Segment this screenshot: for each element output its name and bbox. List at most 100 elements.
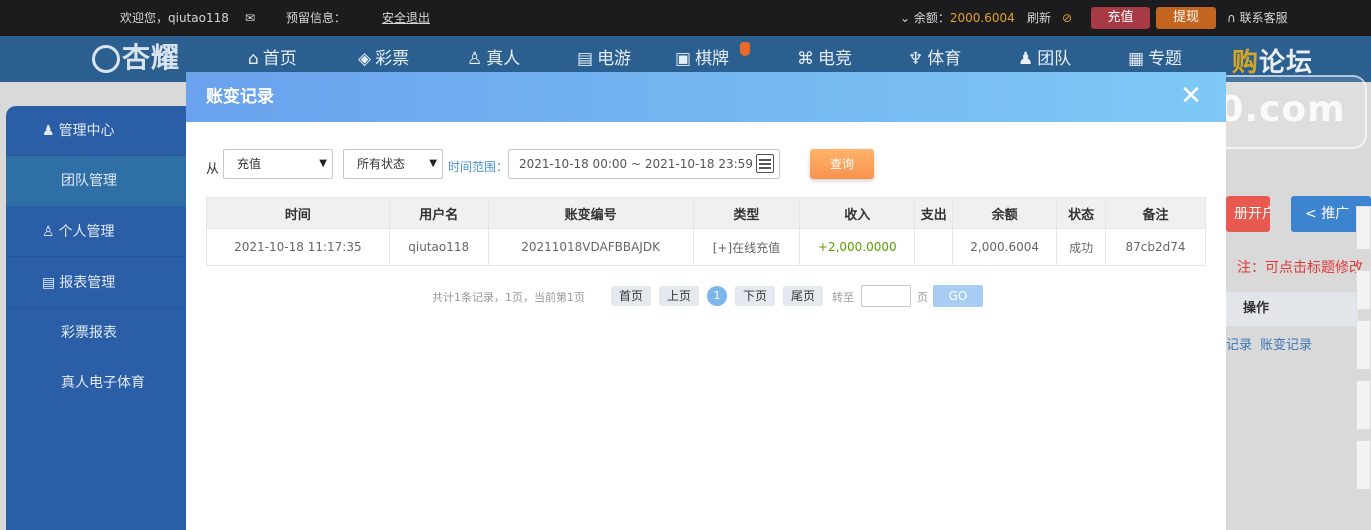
side-float-tab[interactable] xyxy=(1356,206,1371,250)
page-unit-label: 页 xyxy=(917,291,928,304)
date-range-input[interactable]: 2021-10-18 00:00 ~ 2021-10-18 23:59 xyxy=(508,149,780,179)
home-icon: ⌂ xyxy=(248,49,259,69)
first-page-button[interactable]: 首页 xyxy=(611,286,651,306)
slot-machine-icon: ▤ xyxy=(577,49,594,69)
sidebar-item-team-management[interactable]: 团队管理 xyxy=(6,156,186,206)
welcome-text: 欢迎您，qiutao118 xyxy=(120,11,229,25)
cell-type: [+]在线充值 xyxy=(692,228,801,266)
current-page-indicator[interactable]: 1 xyxy=(707,286,727,306)
row-action-links: 记录 账变记录 xyxy=(1226,334,1320,353)
balance-display: ⌄ 余额：2000.6004 xyxy=(900,11,1015,25)
time-range-label: 时间范围： xyxy=(448,160,509,174)
sidebar-item-label: 团队管理 xyxy=(61,173,117,189)
records-link[interactable]: 记录 xyxy=(1226,338,1252,353)
nav-item-label: 电游 xyxy=(597,49,632,69)
forum-watermark-b: 论坛 xyxy=(1259,48,1314,78)
close-icon[interactable]: ✕ xyxy=(1177,82,1205,110)
nav-item-label: 团队 xyxy=(1037,49,1072,69)
operation-column-header: 操作 xyxy=(1226,292,1358,326)
query-button[interactable]: 查询 xyxy=(810,149,874,179)
sidebar-item-report-management[interactable]: ▤ 报表管理 xyxy=(6,258,186,308)
column-header-balance[interactable]: 余额 xyxy=(952,197,1058,229)
share-icon: < xyxy=(1305,206,1317,222)
cell-balance: 2,000.6004 xyxy=(952,228,1058,266)
sidebar-item-live-sports-report[interactable]: 真人电子体育 xyxy=(6,358,186,408)
sidebar-item-management-center[interactable]: ♟ 管理中心 xyxy=(6,106,186,156)
table-row: 2021-10-18 11:17:35 qiutao118 20211018VD… xyxy=(206,228,1206,266)
sidebar: ♟ 管理中心 团队管理 ♙ 个人管理 ▤ 报表管理 彩票报表 真人电子体育 xyxy=(6,106,186,530)
pagination: 共计1条记录，1页，当前第1页 首页 上页 1 下页 尾页 转至 页 GO xyxy=(186,285,1226,307)
top-bar: 欢迎您，qiutao118 ✉ 预留信息： 安全退出 ⌄ 余额：2000.600… xyxy=(0,0,1371,36)
document-icon: ▤ xyxy=(42,275,56,291)
notice-label: 预留信息： xyxy=(286,11,347,25)
cards-icon: ▣ xyxy=(675,49,692,69)
column-header-income[interactable]: 收入 xyxy=(799,197,916,229)
balance-value: 2000.6004 xyxy=(949,11,1015,25)
cell-username: qiutao118 xyxy=(388,228,489,266)
column-header-time[interactable]: 时间 xyxy=(206,197,390,229)
customer-service-label: 联系客服 xyxy=(1239,11,1288,25)
withdraw-button[interactable]: 提现 xyxy=(1156,7,1216,29)
calendar-icon[interactable] xyxy=(756,154,774,173)
column-header-type[interactable]: 类型 xyxy=(692,197,801,229)
next-page-button[interactable]: 下页 xyxy=(735,286,775,306)
dropdown-arrow-icon: ▼ xyxy=(319,158,327,169)
side-float-tab[interactable] xyxy=(1356,270,1371,310)
nav-item-label: 电竞 xyxy=(818,49,852,69)
nav-item-label: 体育 xyxy=(927,49,962,69)
open-account-button[interactable]: 册开户 xyxy=(1226,196,1270,232)
refresh-button[interactable]: 刷新 xyxy=(1027,0,1051,36)
team-icon: ♟ xyxy=(1018,49,1034,69)
dropdown-arrow-icon: ▼ xyxy=(429,158,437,169)
from-label: 从 xyxy=(206,162,220,177)
sidebar-item-lottery-report[interactable]: 彩票报表 xyxy=(6,308,186,358)
hide-balance-icon[interactable]: ⊘ xyxy=(1062,0,1072,36)
nav-item-label: 彩票 xyxy=(375,49,410,69)
side-float-tab[interactable] xyxy=(1356,440,1371,490)
sidebar-item-personal-management[interactable]: ♙ 个人管理 xyxy=(6,207,186,257)
column-header-expense[interactable]: 支出 xyxy=(914,197,954,229)
hot-badge-icon xyxy=(740,42,750,56)
column-header-change-id[interactable]: 账变编号 xyxy=(487,197,694,229)
goto-label: 转至 xyxy=(832,291,854,304)
sidebar-item-label: 管理中心 xyxy=(58,123,115,139)
side-float-tab[interactable] xyxy=(1356,320,1371,370)
type-select-value: 充值 xyxy=(237,157,262,171)
customer-service-link[interactable]: ∩ 联系客服 xyxy=(1227,0,1288,36)
trophy-icon: ♆ xyxy=(908,49,924,69)
column-header-remark[interactable]: 备注 xyxy=(1105,197,1206,229)
nav-item-label: 首页 xyxy=(262,49,297,69)
prev-page-button[interactable]: 上页 xyxy=(659,286,699,306)
deposit-button[interactable]: 充值 xyxy=(1091,7,1150,29)
cell-time: 2021-10-18 11:17:35 xyxy=(206,228,390,266)
type-select[interactable]: 充值 ▼ xyxy=(223,149,333,179)
topic-icon: ▦ xyxy=(1128,49,1145,69)
account-change-link[interactable]: 账变记录 xyxy=(1260,338,1312,353)
cell-change-id: 20211018VDAFBBAJDK xyxy=(487,228,694,266)
mail-icon[interactable]: ✉ xyxy=(245,0,255,36)
nav-item-label: 棋牌 xyxy=(695,49,730,69)
sidebar-item-label: 真人电子体育 xyxy=(61,375,145,391)
promotion-label: 推广 xyxy=(1321,206,1350,222)
logout-link[interactable]: 安全退出 xyxy=(382,0,430,36)
last-page-button[interactable]: 尾页 xyxy=(783,286,823,306)
forum-watermark-a: 购 xyxy=(1232,48,1260,78)
status-select-value: 所有状态 xyxy=(357,157,406,171)
goto-page-input[interactable] xyxy=(861,285,911,307)
person-icon: ♙ xyxy=(467,49,483,69)
go-button[interactable]: GO xyxy=(933,285,983,307)
forum-watermark: 购论坛 xyxy=(1232,42,1313,79)
gamepad-icon: ⌘ xyxy=(797,49,814,69)
brand-logo[interactable]: 杏耀 xyxy=(92,40,180,76)
cell-expense xyxy=(914,228,954,266)
column-header-status[interactable]: 状态 xyxy=(1056,197,1107,229)
modal-title: 账变记录 xyxy=(206,87,274,107)
side-float-tab[interactable] xyxy=(1356,380,1371,430)
pagination-info: 共计1条记录，1页，当前第1页 xyxy=(432,291,585,304)
user-icon: ♙ xyxy=(42,224,55,240)
column-header-username[interactable]: 用户名 xyxy=(388,197,489,229)
status-select[interactable]: 所有状态 ▼ xyxy=(343,149,443,179)
account-change-modal: 账变记录 ✕ 从 充值 ▼ 所有状态 ▼ 时间范围： 2021-10-18 00:0… xyxy=(186,72,1226,530)
group-icon: ♟ xyxy=(42,123,55,139)
modal-header: 账变记录 ✕ xyxy=(186,72,1226,122)
